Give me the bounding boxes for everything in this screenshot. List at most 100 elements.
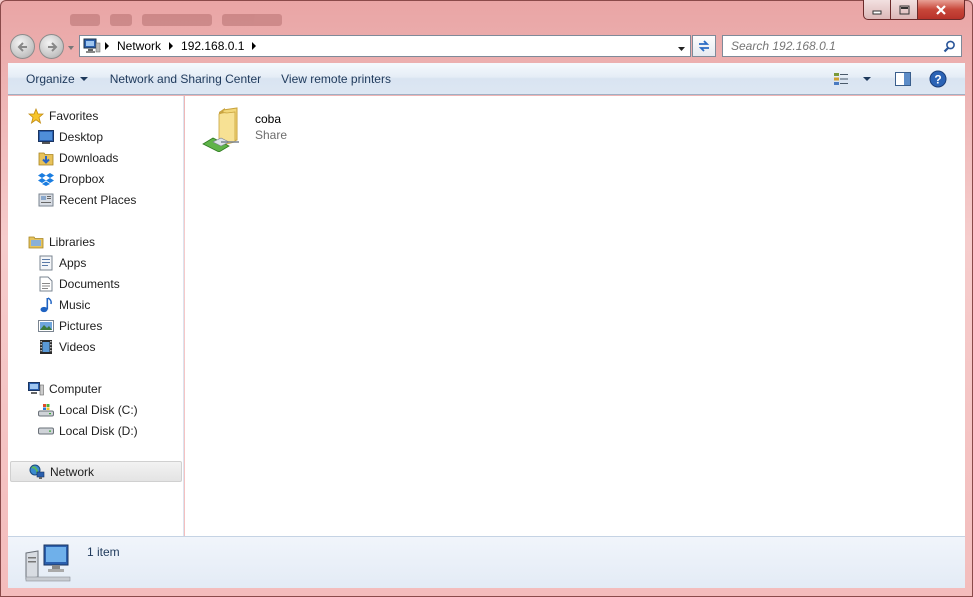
arrow-left-icon xyxy=(17,41,27,52)
shared-folder-icon xyxy=(199,104,247,153)
network-icon xyxy=(28,464,46,480)
address-dropdown-icon[interactable] xyxy=(677,42,686,56)
sidebar-item-libraries[interactable]: Libraries xyxy=(8,231,184,252)
command-bar: Organize Network and Sharing Center View… xyxy=(8,63,965,95)
view-dropdown-button[interactable] xyxy=(859,67,875,91)
breadcrumb-separator-icon[interactable] xyxy=(248,42,260,50)
documents-icon xyxy=(37,276,55,292)
network-computer-icon xyxy=(24,543,72,586)
help-button[interactable]: ? xyxy=(925,67,951,91)
search-input[interactable] xyxy=(723,39,933,53)
file-list-pane: coba Share xyxy=(185,96,965,536)
sidebar-item-apps[interactable]: Apps xyxy=(8,252,184,273)
navigation-pane: Favorites Desktop Downloads Dropbox Rece… xyxy=(8,96,184,536)
back-button[interactable] xyxy=(10,34,35,59)
command-bar-right: ? xyxy=(829,67,951,91)
dropbox-label: Dropbox xyxy=(59,171,105,186)
sidebar-item-computer[interactable]: Computer xyxy=(8,378,184,399)
recent-pages-dropdown[interactable] xyxy=(66,42,76,52)
pictures-icon xyxy=(37,318,55,334)
preview-pane-icon xyxy=(895,72,911,86)
local-disk-c-label: Local Disk (C:) xyxy=(59,402,138,417)
network-location-icon xyxy=(83,38,101,54)
pictures-label: Pictures xyxy=(59,318,103,333)
caption-buttons xyxy=(863,0,965,20)
libraries-group: Libraries Apps Documents Music Pictures xyxy=(8,231,184,357)
sidebar-item-local-disk-c[interactable]: Local Disk (C:) xyxy=(8,399,184,420)
search-box[interactable] xyxy=(722,35,962,57)
close-button[interactable] xyxy=(918,0,965,20)
view-printers-label: View remote printers xyxy=(281,71,391,86)
libraries-icon xyxy=(27,234,45,250)
network-sharing-label: Network and Sharing Center xyxy=(109,71,262,86)
local-disk-d-label: Local Disk (D:) xyxy=(59,423,138,438)
breadcrumb-separator-icon[interactable] xyxy=(101,42,113,50)
sidebar-item-dropbox[interactable]: Dropbox xyxy=(8,168,184,189)
view-remote-printers-button[interactable]: View remote printers xyxy=(272,67,400,91)
sidebar-item-recent-places[interactable]: Recent Places xyxy=(8,189,184,210)
videos-icon xyxy=(37,339,55,355)
title-bar-blurred xyxy=(70,10,350,30)
view-options-icon xyxy=(834,73,848,85)
sidebar-item-local-disk-d[interactable]: Local Disk (D:) xyxy=(8,420,184,441)
sidebar-item-documents[interactable]: Documents xyxy=(8,273,184,294)
share-name: coba xyxy=(255,112,282,126)
refresh-button[interactable] xyxy=(692,35,716,57)
local-disk-c-icon xyxy=(37,402,55,418)
refresh-icon xyxy=(698,40,710,52)
arrow-right-icon xyxy=(47,41,57,52)
videos-label: Videos xyxy=(59,339,96,354)
sidebar-item-pictures[interactable]: Pictures xyxy=(8,315,184,336)
chevron-down-icon xyxy=(79,76,88,81)
search-icon[interactable] xyxy=(943,40,956,56)
change-view-button[interactable] xyxy=(829,67,853,91)
star-icon xyxy=(27,107,45,124)
sidebar-item-favorites[interactable]: Favorites xyxy=(8,105,184,126)
breadcrumb-host[interactable]: 192.168.0.1 xyxy=(177,39,248,53)
sidebar-item-videos[interactable]: Videos xyxy=(8,336,184,357)
organize-label: Organize xyxy=(26,71,75,86)
breadcrumb-network[interactable]: Network xyxy=(113,39,165,53)
network-sharing-center-button[interactable]: Network and Sharing Center xyxy=(101,67,270,91)
recent-places-icon xyxy=(37,192,55,208)
share-type: Share xyxy=(255,128,288,142)
sidebar-item-desktop[interactable]: Desktop xyxy=(8,126,184,147)
apps-label: Apps xyxy=(59,255,87,270)
computer-group: Computer Local Disk (C:) Local Disk (D:) xyxy=(8,378,184,441)
apps-library-icon xyxy=(37,255,55,271)
minimize-icon xyxy=(872,10,882,14)
help-icon: ? xyxy=(929,70,947,88)
maximize-icon xyxy=(899,5,909,14)
item-count: 1 item xyxy=(87,545,120,559)
network-group: Network xyxy=(8,461,184,482)
documents-label: Documents xyxy=(59,276,120,291)
favorites-label: Favorites xyxy=(49,108,99,123)
chevron-down-icon xyxy=(863,77,871,81)
forward-button[interactable] xyxy=(39,34,64,59)
minimize-button[interactable] xyxy=(863,0,891,20)
music-label: Music xyxy=(59,297,91,312)
sidebar-item-network[interactable]: Network xyxy=(10,461,182,482)
organize-button[interactable]: Organize xyxy=(17,67,97,91)
list-item-share[interactable]: coba Share xyxy=(199,104,288,153)
preview-pane-button[interactable] xyxy=(891,67,915,91)
favorites-group: Favorites Desktop Downloads Dropbox Rece… xyxy=(8,105,184,210)
sidebar-item-music[interactable]: Music xyxy=(8,294,184,315)
downloads-icon xyxy=(37,150,55,166)
breadcrumb-separator-icon[interactable] xyxy=(165,42,177,50)
libraries-label: Libraries xyxy=(49,234,96,249)
svg-text:?: ? xyxy=(934,73,941,87)
close-icon xyxy=(936,4,946,15)
music-icon xyxy=(37,296,55,313)
sidebar-item-downloads[interactable]: Downloads xyxy=(8,147,184,168)
network-label: Network xyxy=(50,464,95,479)
address-bar[interactable]: Network 192.168.0.1 xyxy=(79,35,691,57)
dropbox-icon xyxy=(37,171,55,187)
computer-label: Computer xyxy=(49,381,102,396)
desktop-label: Desktop xyxy=(59,129,104,144)
maximize-button[interactable] xyxy=(891,0,918,20)
desktop-icon xyxy=(37,129,55,145)
chevron-down-icon xyxy=(68,46,74,50)
downloads-label: Downloads xyxy=(59,150,119,165)
recent-places-label: Recent Places xyxy=(59,192,137,207)
